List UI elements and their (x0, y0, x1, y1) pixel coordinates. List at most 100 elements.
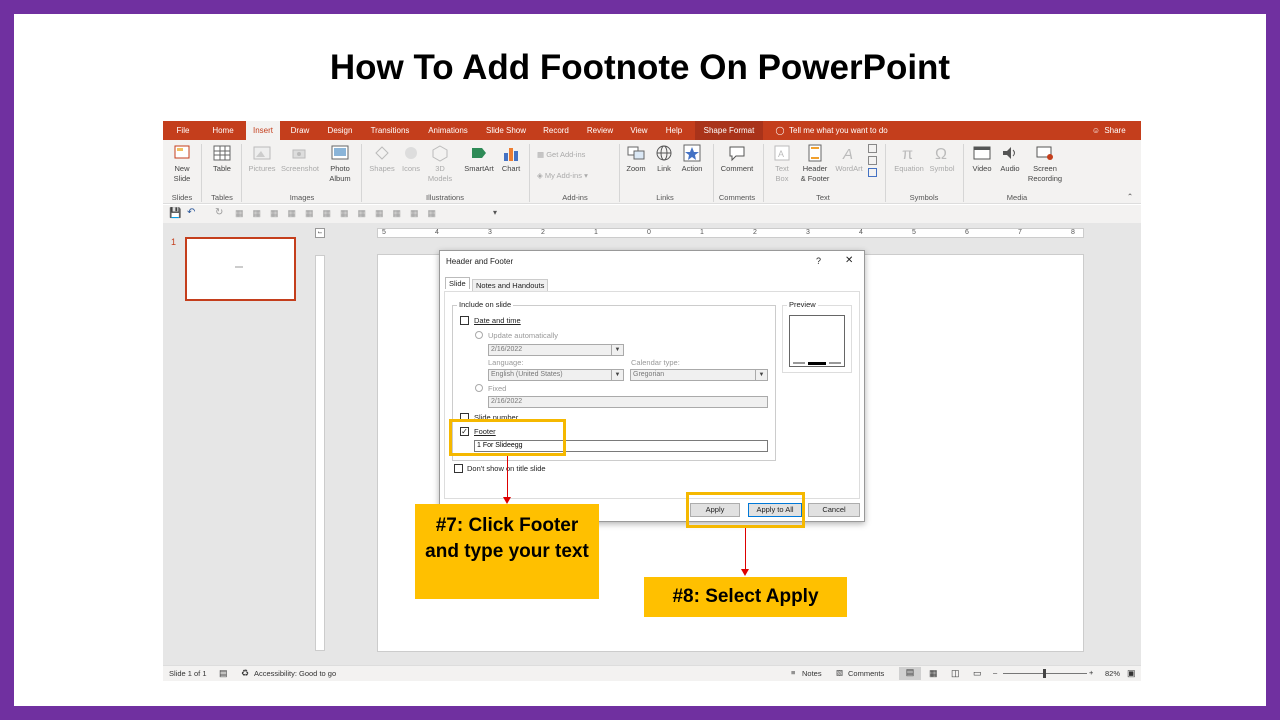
date-dropdown[interactable]: 2/16/2022 ▼ (488, 344, 624, 356)
tab-transitions[interactable]: Transitions (367, 121, 413, 140)
comment-button[interactable]: Comment (717, 144, 757, 174)
3d-models-button[interactable]: 3D Models (425, 144, 455, 184)
film-icon (973, 146, 991, 160)
comments-button[interactable]: Comments (848, 669, 884, 678)
video-button[interactable]: Video (969, 144, 995, 174)
audio-button[interactable]: Audio (997, 144, 1023, 174)
redo-icon[interactable]: ↻ (215, 207, 223, 218)
zoom-slider-thumb[interactable] (1043, 669, 1046, 678)
group-images: Images (289, 193, 315, 202)
tab-slide[interactable]: Slide (445, 277, 470, 289)
quick-access-toolbar: 💾 ↶ ↻ ▦▦▦▦▦▦▦▦▦▦▦▦ ▾ (163, 205, 1141, 223)
pictures-button[interactable]: Pictures (247, 144, 277, 174)
header-footer-button[interactable]: Header & Footer (797, 144, 833, 184)
tab-file[interactable]: File (171, 121, 195, 140)
tab-draw[interactable]: Draw (284, 121, 316, 140)
get-addins-button[interactable]: ▦ Get Add-ins (537, 150, 603, 160)
header-footer-label: Header & Footer (800, 164, 830, 183)
ruler-label: 5 (382, 229, 386, 236)
wordart-button[interactable]: A WordArt (833, 144, 865, 174)
ruler-label: 4 (435, 229, 439, 236)
link-button[interactable]: Link (651, 144, 677, 174)
fit-to-window-icon[interactable]: ▣ (1127, 668, 1136, 679)
cancel-button[interactable]: Cancel (808, 503, 860, 517)
tab-design[interactable]: Design (323, 121, 357, 140)
shapes-button[interactable]: Shapes (367, 144, 397, 174)
collapse-ribbon-icon[interactable]: ⌃ (1125, 192, 1135, 202)
chart-button[interactable]: Chart (499, 144, 523, 174)
slideshow-view-icon[interactable]: ▭ (973, 668, 982, 679)
spelling-icon[interactable]: ▤ (219, 668, 228, 679)
tell-me-search[interactable]: Tell me what you want to do (789, 121, 899, 140)
screen-recording-button[interactable]: Screen Recording (1025, 144, 1065, 184)
tab-view[interactable]: View (626, 121, 652, 140)
customize-toolbar-icon[interactable]: ▾ (493, 208, 497, 217)
tab-shape-format[interactable]: Shape Format (695, 121, 763, 140)
undo-icon[interactable]: ↶ (187, 207, 195, 218)
tab-insert[interactable]: Insert (246, 121, 280, 140)
zoom-slider[interactable] (1003, 669, 1087, 678)
photo-album-button[interactable]: Photo Album (323, 144, 357, 184)
object-icon (867, 168, 877, 177)
zoom-button[interactable]: Zoom (623, 144, 649, 174)
language-dropdown[interactable]: English (United States) ▼ (488, 369, 624, 381)
tab-review[interactable]: Review (583, 121, 617, 140)
icons-button[interactable]: Icons (399, 144, 423, 174)
calendar-type-dropdown[interactable]: Gregorian ▼ (630, 369, 768, 381)
zoom-level[interactable]: 82% (1105, 669, 1120, 678)
preview-number-placeholder (829, 362, 841, 364)
3d-models-label: 3D Models (427, 164, 453, 183)
reading-view-icon[interactable]: ◫ (951, 668, 960, 679)
symbol-button[interactable]: Ω Symbol (927, 144, 957, 174)
tab-selector[interactable]: ⌙ (315, 228, 325, 238)
tab-slide-show[interactable]: Slide Show (483, 121, 529, 140)
accessibility-status[interactable]: Accessibility: Good to go (254, 669, 336, 678)
slide-title: How To Add Footnote On PowerPoint (329, 48, 951, 87)
small-text-buttons[interactable] (865, 144, 879, 177)
chevron-down-icon: ▼ (611, 370, 623, 380)
text-box-button[interactable]: A Text Box (767, 144, 797, 184)
help-icon[interactable]: ? (816, 256, 821, 266)
normal-view-icon[interactable]: ▤ (899, 667, 921, 680)
update-auto-radio[interactable] (475, 331, 483, 339)
tab-home[interactable]: Home (207, 121, 239, 140)
accessibility-icon[interactable]: ♻ (241, 668, 249, 679)
slide-sorter-icon[interactable]: ▦ (929, 668, 938, 679)
my-addins-button[interactable]: ◈ My Add-ins ▾ (537, 171, 613, 181)
comment-label: Comment (720, 164, 754, 173)
ruler-label: 1 (594, 229, 598, 236)
tab-animations[interactable]: Animations (424, 121, 472, 140)
screenshot-button[interactable]: Screenshot (279, 144, 321, 174)
share-button[interactable]: Share (1103, 121, 1127, 140)
arrowhead-step8 (741, 569, 749, 576)
zoom-icon (627, 146, 645, 160)
chevron-down-icon: ▼ (611, 345, 623, 355)
group-slides: Slides (171, 193, 193, 202)
tab-help[interactable]: Help (661, 121, 687, 140)
include-on-slide-label: Include on slide (457, 300, 514, 309)
fixed-date-field[interactable]: 2/16/2022 (488, 396, 768, 408)
date-time-checkbox[interactable] (460, 316, 469, 325)
dont-show-title-checkbox[interactable] (454, 464, 463, 473)
new-slide-button[interactable]: New Slide (169, 144, 195, 184)
save-icon[interactable]: 💾 (169, 208, 181, 219)
notes-button[interactable]: Notes (802, 669, 822, 678)
tab-record[interactable]: Record (539, 121, 573, 140)
icons-label: Icons (402, 164, 420, 173)
divider (361, 144, 362, 202)
action-button[interactable]: Action (677, 144, 707, 174)
group-tables: Tables (211, 193, 233, 202)
shapes-icon (375, 146, 389, 160)
header-footer-icon (808, 144, 822, 162)
close-icon[interactable]: ✕ (845, 255, 853, 266)
slide-thumbnail[interactable] (185, 237, 296, 301)
table-button[interactable]: Table (209, 144, 235, 174)
ruler-label: 2 (753, 229, 757, 236)
smartart-button[interactable]: SmartArt (461, 144, 497, 174)
zoom-out-icon[interactable]: – (993, 668, 997, 677)
fixed-radio[interactable] (475, 384, 483, 392)
equation-button[interactable]: π Equation (891, 144, 927, 174)
status-bar: Slide 1 of 1 ▤ ♻ Accessibility: Good to … (163, 665, 1141, 681)
zoom-in-icon[interactable]: + (1089, 668, 1093, 677)
screenshot-label: Screenshot (281, 164, 319, 173)
